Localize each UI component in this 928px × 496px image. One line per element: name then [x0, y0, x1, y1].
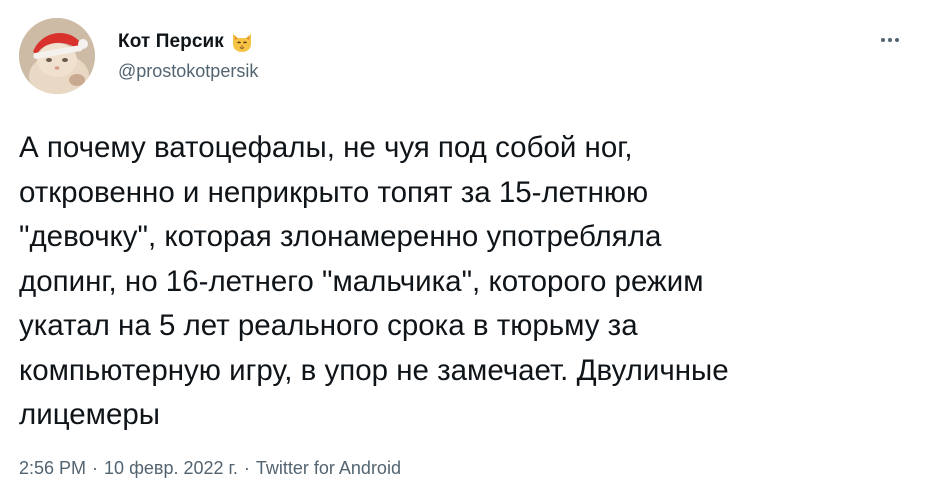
display-name[interactable]: Кот Персик — [118, 31, 224, 53]
tweet-time[interactable]: 2:56 PM — [19, 458, 86, 479]
cat-face-emoji-icon — [230, 30, 254, 54]
user-handle[interactable]: @prostokotpersik — [118, 61, 258, 82]
dot — [888, 38, 892, 42]
more-options-icon[interactable] — [874, 30, 906, 50]
author-name-row[interactable]: Кот Персик — [118, 29, 254, 55]
tweet-card: Кот Персик @prostokotpersik А почему ват… — [0, 0, 928, 496]
meta-separator: · — [243, 458, 250, 478]
dot — [895, 38, 899, 42]
avatar[interactable] — [19, 18, 95, 94]
cat-avatar-image — [19, 18, 95, 94]
tweet-date[interactable]: 10 февр. 2022 г. — [104, 458, 238, 479]
dot — [881, 38, 885, 42]
tweet-text: А почему ватоцефалы, не чуя под собой но… — [19, 131, 729, 431]
tweet-metadata: 2:56 PM · 10 февр. 2022 г. · Twitter for… — [19, 458, 401, 479]
meta-separator: · — [92, 458, 99, 478]
tweet-source[interactable]: Twitter for Android — [256, 458, 401, 479]
